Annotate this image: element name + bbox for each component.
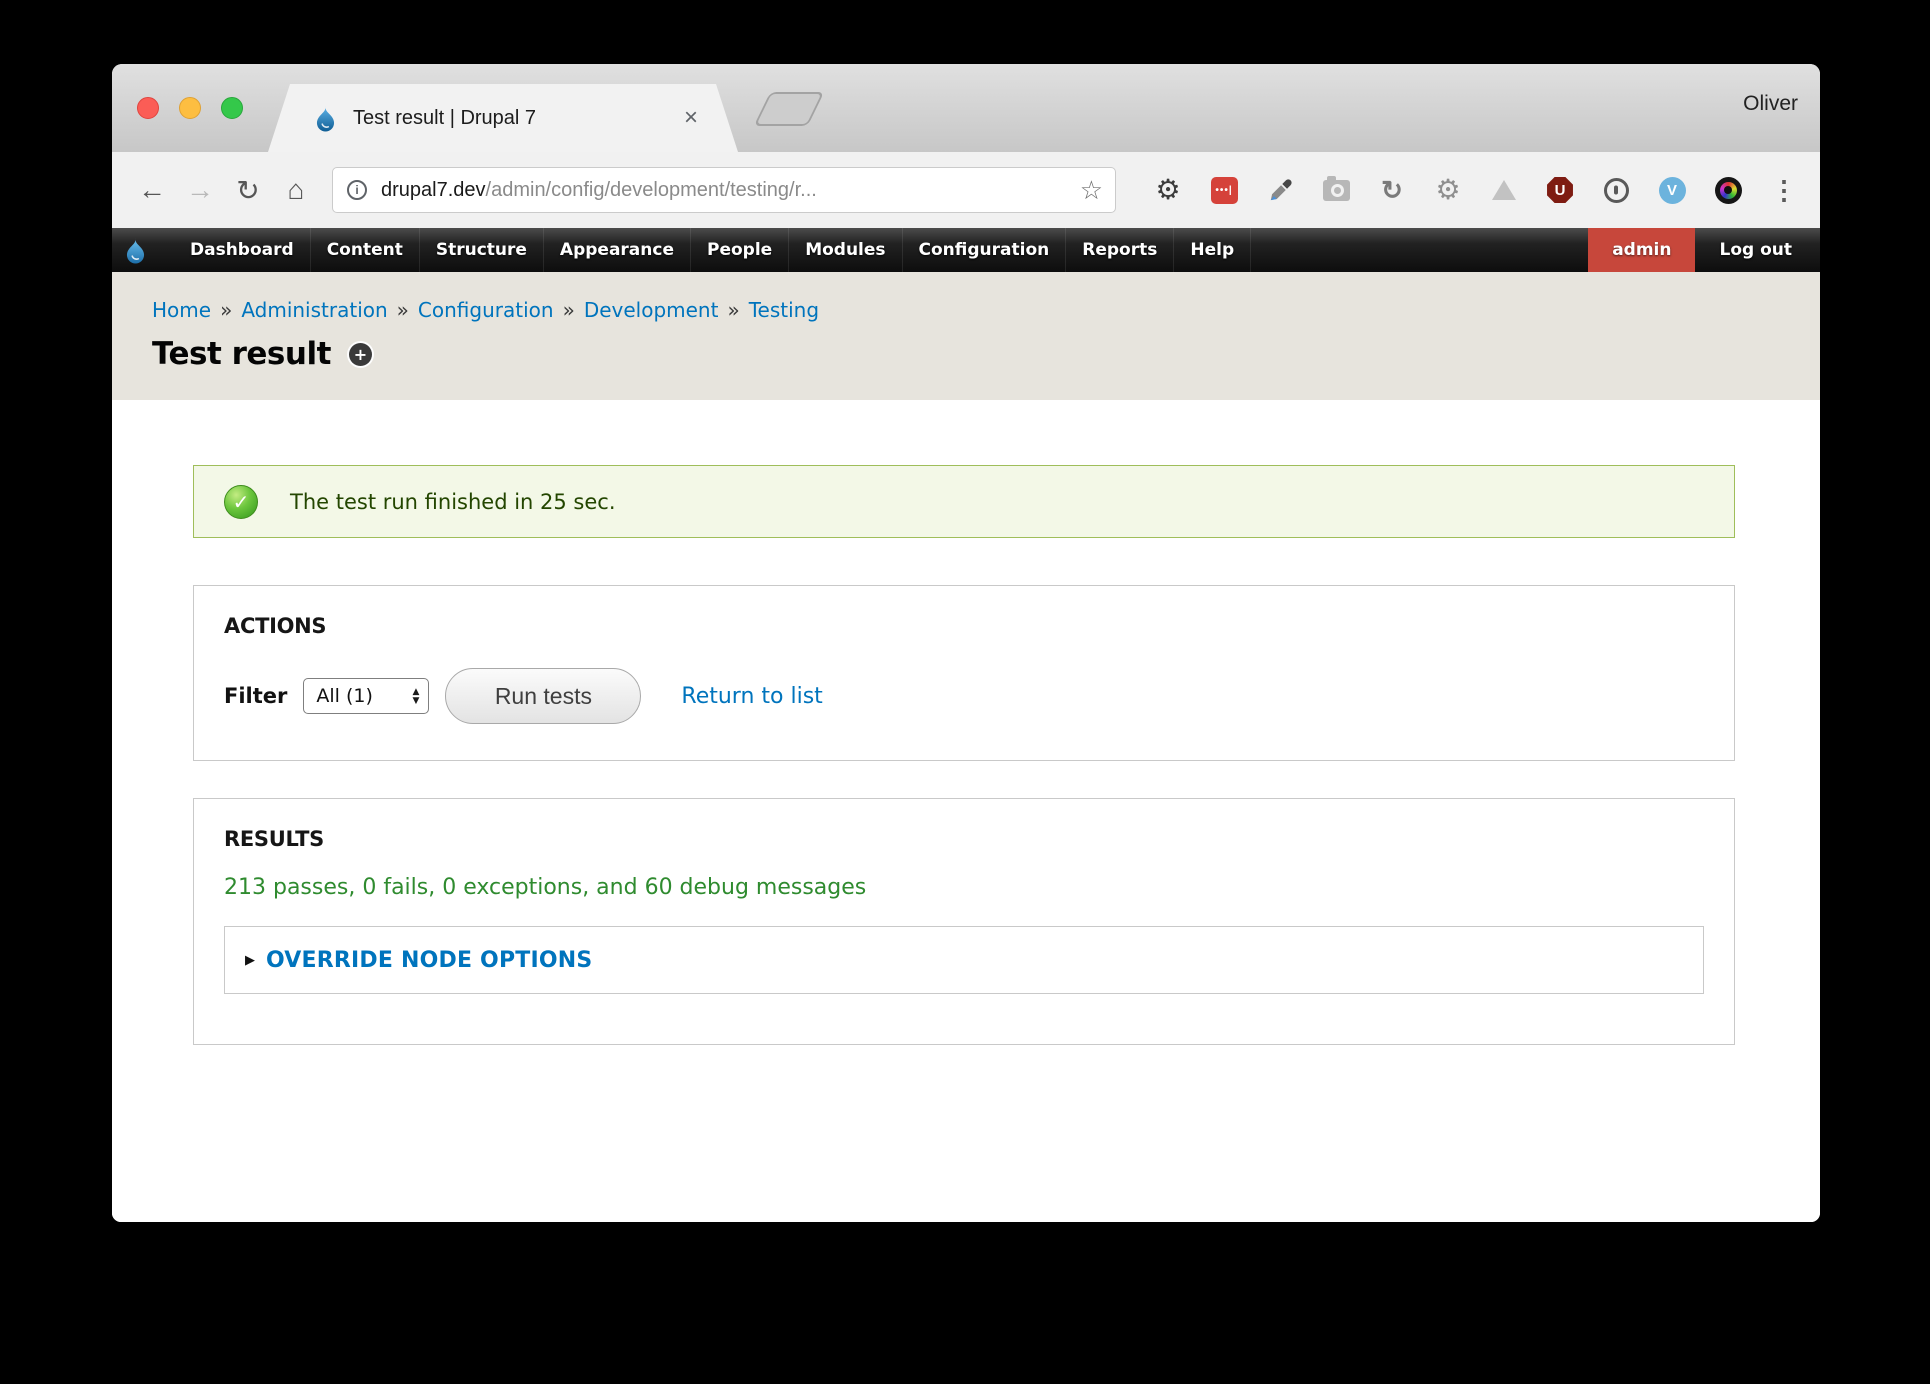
settings-gear-icon[interactable]: ⚙ <box>1140 176 1196 204</box>
toolbar-item-help[interactable]: Help <box>1174 228 1251 272</box>
results-summary: 213 passes, 0 fails, 0 exceptions, and 6… <box>224 875 1704 900</box>
breadcrumb-home[interactable]: Home <box>152 298 211 322</box>
reload-icon[interactable]: ↻ <box>224 166 272 214</box>
bookmark-star-icon[interactable]: ☆ <box>1080 177 1103 203</box>
breadcrumb: Home»Administration»Configuration»Develo… <box>152 298 1820 322</box>
browser-profile-name[interactable]: Oliver <box>1743 92 1798 116</box>
override-node-options-link[interactable]: OVERRIDE NODE OPTIONS <box>266 948 592 973</box>
home-icon[interactable]: ⌂ <box>272 166 320 214</box>
return-to-list-link[interactable]: Return to list <box>681 684 822 709</box>
results-fieldset: RESULTS 213 passes, 0 fails, 0 exception… <box>193 798 1735 1045</box>
page-header: Home»Administration»Configuration»Develo… <box>112 272 1820 400</box>
minimize-window-button[interactable] <box>179 97 201 119</box>
tab-close-icon[interactable]: × <box>684 106 698 130</box>
actions-fieldset: ACTIONS Filter All (1) ▲ ▼ Run tests Ret… <box>193 585 1735 761</box>
success-check-icon: ✓ <box>224 485 258 519</box>
page-title: Test result <box>152 336 331 372</box>
filter-select[interactable]: All (1) ▲ ▼ <box>303 678 429 714</box>
toolbar-item-people[interactable]: People <box>691 228 789 272</box>
toolbar-item-reports[interactable]: Reports <box>1066 228 1174 272</box>
new-tab-button[interactable] <box>754 92 825 126</box>
breadcrumb-configuration[interactable]: Configuration <box>418 298 554 322</box>
drupal-admin-toolbar: Dashboard Content Structure Appearance P… <box>112 228 1820 272</box>
toolbar-logout[interactable]: Log out <box>1695 228 1816 272</box>
url-path: /admin/config/development/testing/r... <box>486 179 817 202</box>
select-stepper-icon: ▲ ▼ <box>412 688 419 705</box>
close-window-button[interactable] <box>137 97 159 119</box>
google-drive-icon[interactable] <box>1476 180 1532 200</box>
override-node-options-fieldset[interactable]: ▶ OVERRIDE NODE OPTIONS <box>224 926 1704 994</box>
forward-icon[interactable]: → <box>176 166 224 214</box>
add-shortcut-plus-icon[interactable]: + <box>349 343 372 366</box>
url-host: drupal7.dev <box>381 179 486 202</box>
toolbar-user-admin[interactable]: admin <box>1588 228 1695 272</box>
page-info-icon[interactable]: i <box>347 180 367 200</box>
status-message-text: The test run finished in 25 sec. <box>290 490 616 514</box>
browser-window: Test result | Drupal 7 × Oliver ← → ↻ ⌂ … <box>112 64 1820 1222</box>
vimium-icon[interactable]: V <box>1644 177 1700 204</box>
results-legend: RESULTS <box>224 827 1704 851</box>
drupal-favicon <box>312 105 339 132</box>
toolbar-item-content[interactable]: Content <box>311 228 420 272</box>
camera-icon[interactable] <box>1308 180 1364 201</box>
drupal-logo-icon[interactable] <box>112 228 158 272</box>
toolbar-item-modules[interactable]: Modules <box>789 228 902 272</box>
status-message-box: ✓ The test run finished in 25 sec. <box>193 465 1735 538</box>
filter-select-value: All (1) <box>316 685 412 707</box>
extension-icon-row: ⚙ •••| ↻ ⚙ U V ⋮ <box>1140 152 1812 228</box>
breadcrumb-testing[interactable]: Testing <box>749 298 819 322</box>
camera-lens-icon[interactable] <box>1700 177 1756 204</box>
toolbar-item-appearance[interactable]: Appearance <box>544 228 691 272</box>
zoom-window-button[interactable] <box>221 97 243 119</box>
tab-title: Test result | Drupal 7 <box>353 107 536 130</box>
onepassword-icon[interactable] <box>1588 178 1644 203</box>
titlebar: Test result | Drupal 7 × Oliver <box>112 64 1820 152</box>
browser-menu-icon[interactable]: ⋮ <box>1756 177 1812 203</box>
lastpass-icon[interactable]: •••| <box>1196 177 1252 204</box>
breadcrumb-administration[interactable]: Administration <box>241 298 387 322</box>
actions-legend: ACTIONS <box>224 614 1704 638</box>
toolbar-item-dashboard[interactable]: Dashboard <box>174 228 311 272</box>
page-refresh-icon[interactable]: ↻ <box>1364 177 1420 203</box>
url-bar[interactable]: i drupal7.dev /admin/config/development/… <box>332 167 1116 213</box>
main-content: ✓ The test run finished in 25 sec. ACTIO… <box>112 400 1820 1222</box>
breadcrumb-development[interactable]: Development <box>584 298 719 322</box>
collapsed-arrow-icon: ▶ <box>245 954 255 967</box>
toolbar-item-structure[interactable]: Structure <box>420 228 544 272</box>
ublock-icon[interactable]: U <box>1532 177 1588 204</box>
back-icon[interactable]: ← <box>128 166 176 214</box>
browser-tab[interactable]: Test result | Drupal 7 × <box>268 84 738 152</box>
filter-label: Filter <box>224 684 287 708</box>
bug-gear-icon[interactable]: ⚙ <box>1420 176 1476 204</box>
toolbar-item-configuration[interactable]: Configuration <box>903 228 1067 272</box>
eyedropper-icon[interactable] <box>1252 177 1308 204</box>
run-tests-button[interactable]: Run tests <box>445 668 641 724</box>
